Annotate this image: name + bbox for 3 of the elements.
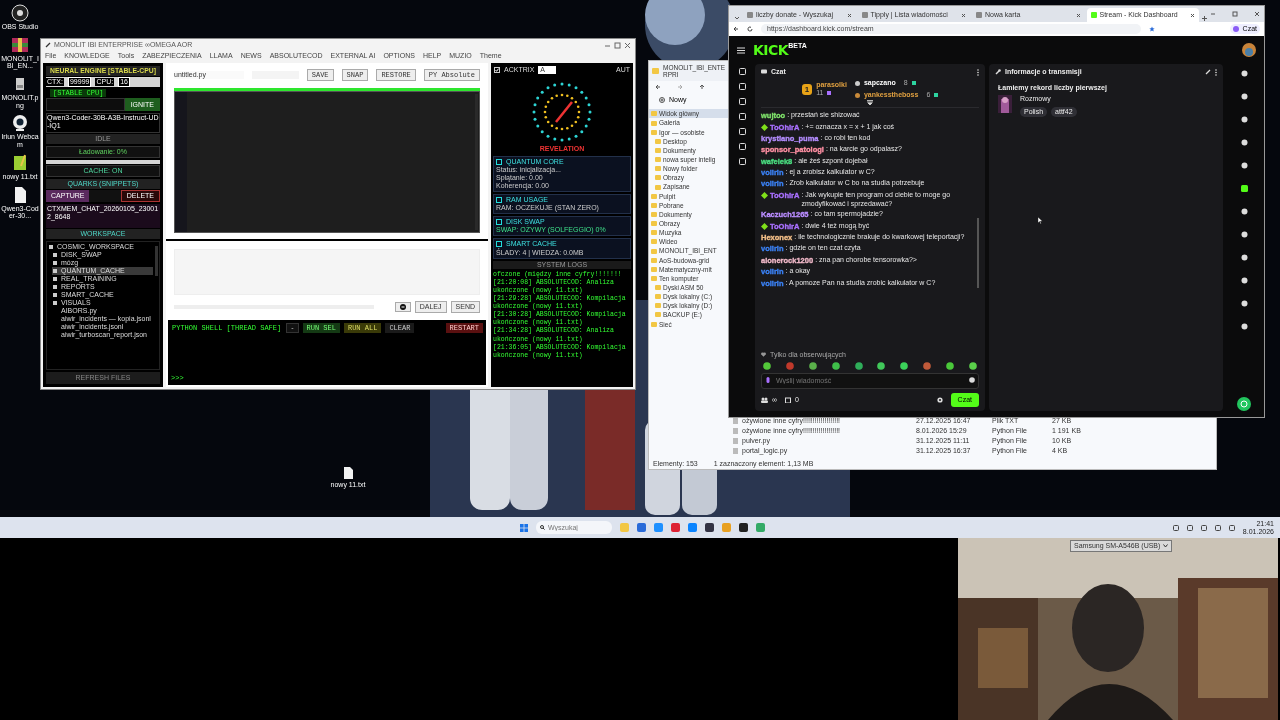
caret-icon [1163,544,1169,548]
start-icon[interactable] [520,523,528,532]
search-icon [540,525,545,530]
